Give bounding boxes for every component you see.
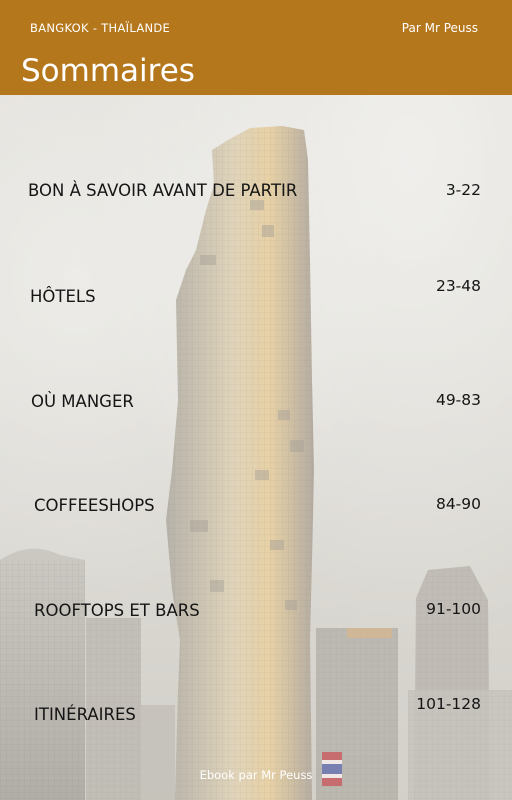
toc-entry-label[interactable]: HÔTELS — [30, 287, 96, 306]
author-label: Par Mr Peuss — [401, 21, 478, 35]
ebook-page: BANGKOK - THAÏLANDE Par Mr Peuss Sommair… — [0, 0, 512, 800]
toc-entry-label[interactable]: ROOFTOPS ET BARS — [34, 601, 200, 620]
toc-entry-pages: 23-48 — [435, 277, 481, 295]
footer-credit: Ebook par Mr Peuss — [199, 768, 313, 782]
page-title: Sommaires — [21, 53, 195, 89]
toc-entry-label[interactable]: ITINÉRAIRES — [34, 705, 136, 724]
toc-entry-label[interactable]: BON À SAVOIR AVANT DE PARTIR — [28, 181, 297, 200]
page-header: BANGKOK - THAÏLANDE Par Mr Peuss Sommair… — [0, 0, 512, 95]
toc-entry-pages: 49-83 — [435, 391, 481, 409]
toc-entry-label[interactable]: COFFEESHOPS — [34, 496, 155, 515]
location-label: BANGKOK - THAÏLANDE — [30, 21, 171, 35]
toc-entry-pages: 84-90 — [435, 495, 481, 513]
toc-entry-pages: 101-128 — [416, 695, 481, 713]
toc-entry-pages: 3-22 — [445, 181, 481, 199]
toc-entry-label[interactable]: OÙ MANGER — [31, 392, 134, 411]
toc-entry-pages: 91-100 — [426, 600, 481, 618]
